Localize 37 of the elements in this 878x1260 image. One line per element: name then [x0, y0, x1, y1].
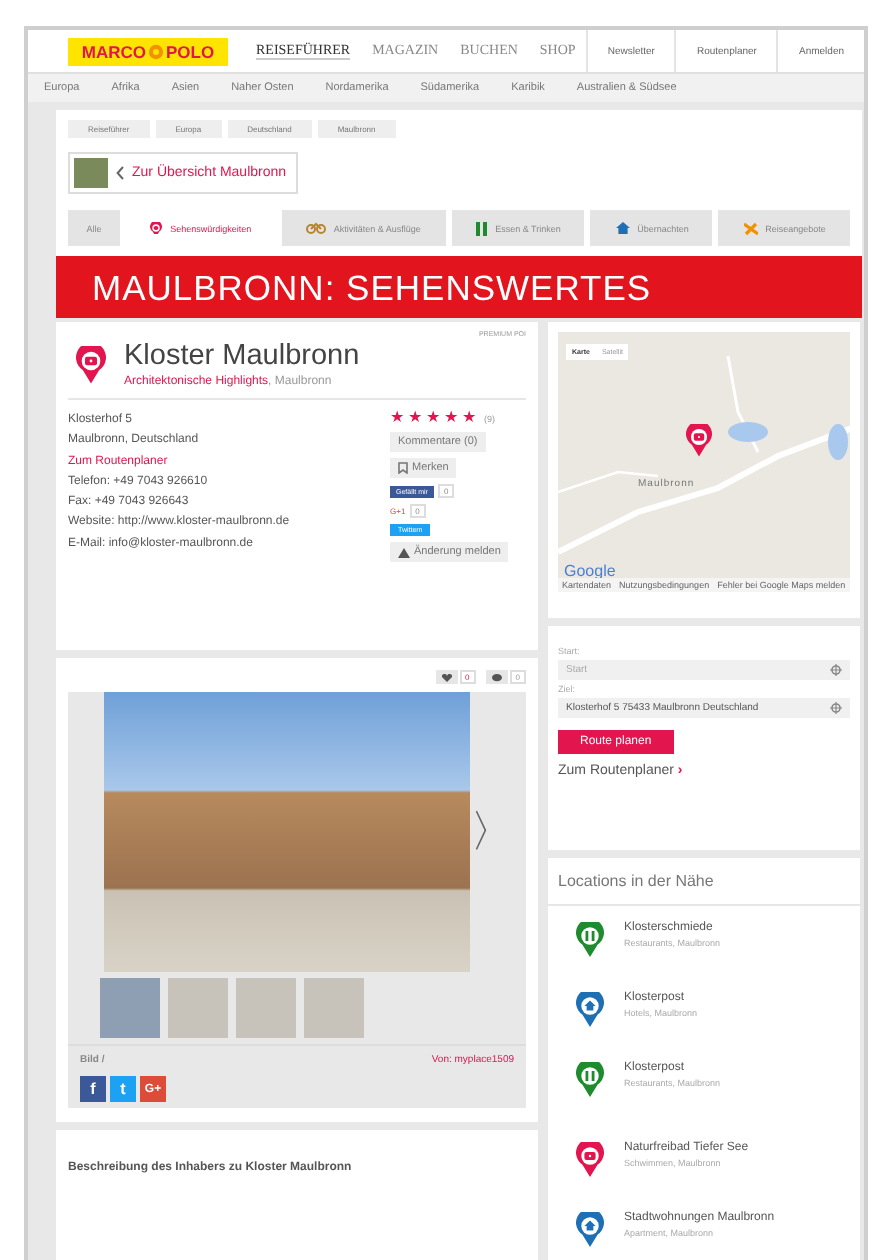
speech-bubble-icon	[491, 673, 502, 681]
page-title-banner: MAULBRONN: SEHENSWERTES	[56, 256, 862, 318]
bicycle-icon	[305, 222, 326, 234]
crosshair-icon	[830, 664, 842, 676]
share-button[interactable]: t	[110, 1076, 136, 1102]
locate-button[interactable]	[830, 660, 850, 680]
map-pin-icon	[76, 345, 106, 383]
thumbnail-photo[interactable]	[100, 978, 160, 1038]
poi-title: Kloster Maulbronn	[124, 340, 360, 372]
star-icon: ★	[426, 410, 440, 426]
bookmark-icon	[398, 462, 408, 474]
map-pin-icon	[686, 424, 712, 458]
thumbnail-photo	[74, 158, 108, 188]
compass-icon	[148, 43, 164, 59]
thumbnail-photo[interactable]	[168, 978, 228, 1038]
section-title: Locations in der Nähe	[548, 858, 860, 906]
chevron-left-icon	[116, 166, 124, 180]
star-icon: ★	[462, 410, 476, 426]
star-icon: ★	[408, 410, 422, 426]
share-button[interactable]: f	[80, 1076, 106, 1102]
thumbnail-photo[interactable]	[236, 978, 296, 1038]
heart-icon	[441, 673, 452, 681]
warning-icon	[398, 547, 410, 557]
house-icon	[615, 222, 630, 234]
star-icon: ★	[390, 410, 404, 426]
map-logo: Google	[564, 562, 616, 580]
crosshair-icon	[830, 702, 842, 714]
locate-button[interactable]	[830, 698, 850, 718]
comment-button[interactable]	[485, 670, 508, 684]
camera-icon	[150, 222, 163, 234]
like-button[interactable]	[435, 670, 458, 684]
next-button[interactable]: 〉	[470, 802, 514, 862]
thumbnail-photo[interactable]	[304, 978, 364, 1038]
star-icon: ★	[444, 410, 458, 426]
logo[interactable]: MARCO POLO	[68, 37, 228, 65]
logo-text: MARCO	[81, 41, 146, 61]
logo-text: POLO	[166, 41, 215, 61]
